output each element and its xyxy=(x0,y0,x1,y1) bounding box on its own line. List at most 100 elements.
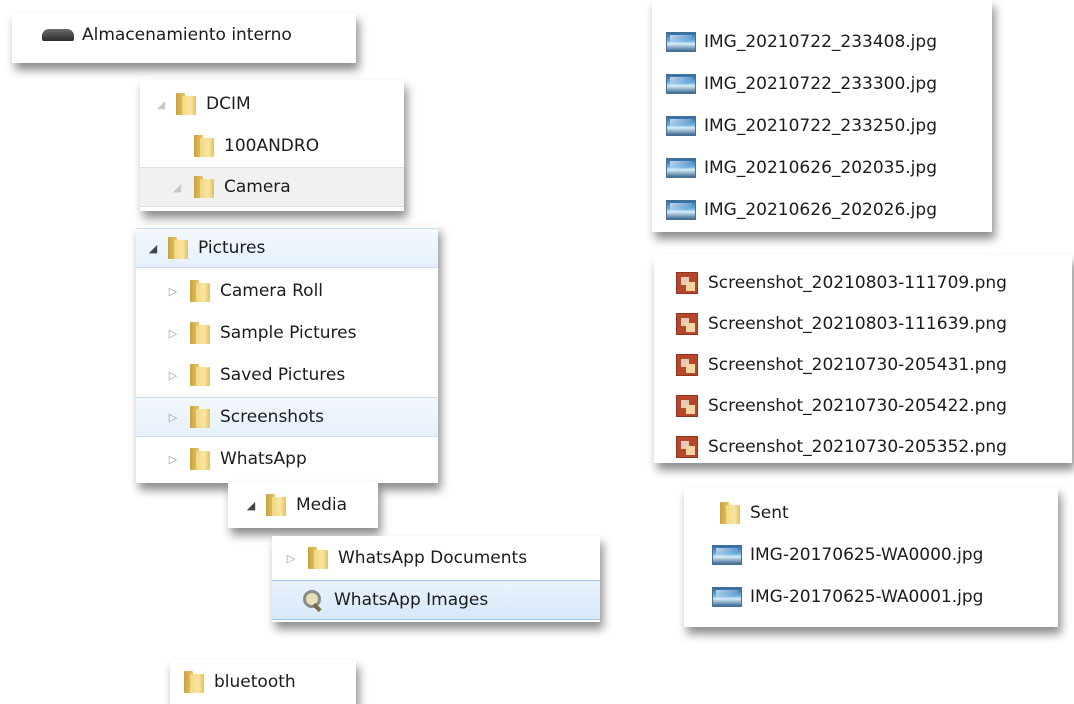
expand-open-icon[interactable]: ◢ xyxy=(244,499,258,512)
tree-item-label: Camera xyxy=(224,177,291,197)
image-file-icon xyxy=(666,32,696,52)
folder-icon xyxy=(306,547,328,569)
folder-icon xyxy=(188,280,210,302)
image-file-icon xyxy=(666,158,696,178)
folder-icon xyxy=(188,406,210,428)
tree-item-label: Screenshots xyxy=(220,407,325,427)
tree-item-label: WhatsApp xyxy=(220,449,307,469)
tree-item-bluetooth[interactable]: bluetooth xyxy=(170,662,356,702)
tree-item-label: WhatsApp Images xyxy=(334,590,489,610)
tree-item-sample-pictures[interactable]: ▷ Sample Pictures xyxy=(136,313,438,353)
file-item[interactable]: Screenshot_20210803-111709.png xyxy=(654,263,1072,303)
png-file-icon xyxy=(676,436,698,458)
file-name: IMG_20210722_233300.jpg xyxy=(704,74,937,94)
folder-icon xyxy=(166,237,188,259)
expand-open-icon[interactable]: ◢ xyxy=(146,242,160,255)
screenshot-files-panel: Screenshot_20210803-111709.png Screensho… xyxy=(654,255,1072,463)
tree-item-label: Sample Pictures xyxy=(220,323,357,343)
file-item[interactable]: Screenshot_20210730-205422.png xyxy=(654,386,1072,426)
tree-item-saved-pictures[interactable]: ▷ Saved Pictures xyxy=(136,355,438,395)
expand-open-icon[interactable]: ◢ xyxy=(154,98,168,111)
image-file-icon xyxy=(712,545,742,565)
tree-item-label: Pictures xyxy=(198,238,266,258)
whatsapp-images-contents-panel: Sent IMG-20170625-WA0000.jpg IMG-2017062… xyxy=(684,487,1058,627)
image-file-icon xyxy=(666,116,696,136)
folder-icon xyxy=(174,93,196,115)
whatsapp-subfolders-panel: ▷ WhatsApp Documents WhatsApp Images xyxy=(272,536,600,622)
file-name: Screenshot_20210803-111709.png xyxy=(708,273,1007,293)
file-item[interactable]: Screenshot_20210730-205431.png xyxy=(654,345,1072,385)
file-item[interactable]: IMG_20210626_202035.jpg xyxy=(652,148,992,188)
tree-item-whatsapp-images[interactable]: WhatsApp Images xyxy=(272,580,600,620)
dcim-tree-panel: ◢ DCIM 100ANDRO ◢ Camera xyxy=(140,80,404,211)
tree-item-label: Saved Pictures xyxy=(220,365,346,385)
folder-icon xyxy=(188,448,210,470)
folder-item-sent[interactable]: Sent xyxy=(684,493,1058,533)
folder-icon xyxy=(192,135,214,157)
file-item[interactable]: Screenshot_20210803-111639.png xyxy=(654,304,1072,344)
folder-icon xyxy=(192,176,214,198)
file-item[interactable]: IMG_20210722_233250.jpg xyxy=(652,106,992,146)
file-name: Screenshot_20210730-205422.png xyxy=(708,396,1007,416)
file-name: Screenshot_20210730-205431.png xyxy=(708,355,1007,375)
bluetooth-panel: bluetooth xyxy=(170,660,356,704)
folder-icon xyxy=(182,671,204,693)
storage-panel: Almacenamiento interno xyxy=(12,13,356,63)
tree-item-pictures[interactable]: ◢ Pictures xyxy=(136,228,438,268)
tree-item-label: DCIM xyxy=(206,94,251,114)
expand-closed-icon[interactable]: ▷ xyxy=(166,369,180,382)
file-name: IMG-20170625-WA0000.jpg xyxy=(750,545,984,565)
expand-open-icon[interactable]: ◢ xyxy=(170,181,184,194)
file-item[interactable]: IMG-20170625-WA0000.jpg xyxy=(684,535,1058,575)
folder-icon xyxy=(264,494,286,516)
folder-name: Sent xyxy=(750,503,789,523)
file-item[interactable]: IMG_20210722_233300.jpg xyxy=(652,64,992,104)
tree-item-camera[interactable]: ◢ Camera xyxy=(140,167,404,207)
tree-item-100andro[interactable]: 100ANDRO xyxy=(140,126,404,166)
file-name: IMG_20210722_233408.jpg xyxy=(704,32,937,52)
storage-label: Almacenamiento interno xyxy=(82,25,292,45)
image-file-icon xyxy=(712,587,742,607)
tree-item-label: Media xyxy=(296,495,348,515)
tree-item-media[interactable]: ◢ Media xyxy=(228,485,378,525)
file-name: IMG_20210626_202026.jpg xyxy=(704,200,937,220)
tree-item-label: Camera Roll xyxy=(220,281,324,301)
folder-icon xyxy=(188,322,210,344)
tree-item-label: bluetooth xyxy=(214,672,296,692)
file-item[interactable]: Screenshot_20210730-205352.png xyxy=(654,427,1072,467)
tree-item-label: 100ANDRO xyxy=(224,136,320,156)
drive-icon xyxy=(42,29,74,41)
file-name: IMG_20210722_233250.jpg xyxy=(704,116,937,136)
png-file-icon xyxy=(676,354,698,376)
png-file-icon xyxy=(676,395,698,417)
expand-closed-icon[interactable]: ▷ xyxy=(166,453,180,466)
expand-closed-icon[interactable]: ▷ xyxy=(284,552,298,565)
expand-closed-icon[interactable]: ▷ xyxy=(166,327,180,340)
folder-icon xyxy=(718,502,740,524)
file-item[interactable]: IMG_20210626_202026.jpg xyxy=(652,190,992,230)
expand-closed-icon[interactable]: ▷ xyxy=(166,411,180,424)
pictures-tree-panel: ◢ Pictures ▷ Camera Roll ▷ Sample Pictur… xyxy=(136,225,438,483)
tree-item-whatsapp-documents[interactable]: ▷ WhatsApp Documents xyxy=(272,538,600,578)
folder-icon xyxy=(188,364,210,386)
png-file-icon xyxy=(676,272,698,294)
tree-item-whatsapp[interactable]: ▷ WhatsApp xyxy=(136,439,438,479)
file-item[interactable]: IMG-20170625-WA0001.jpg xyxy=(684,577,1058,617)
image-file-icon xyxy=(666,74,696,94)
tree-item-screenshots[interactable]: ▷ Screenshots xyxy=(136,397,438,437)
tree-item-dcim[interactable]: ◢ DCIM xyxy=(140,84,404,124)
file-name: Screenshot_20210730-205352.png xyxy=(708,437,1007,457)
storage-item[interactable]: Almacenamiento interno xyxy=(12,15,356,55)
search-folder-icon xyxy=(300,589,322,611)
image-file-icon xyxy=(666,200,696,220)
file-name: Screenshot_20210803-111639.png xyxy=(708,314,1007,334)
file-name: IMG_20210626_202035.jpg xyxy=(704,158,937,178)
media-panel: ◢ Media xyxy=(228,482,378,528)
file-item[interactable]: IMG_20210722_233408.jpg xyxy=(652,22,992,62)
expand-closed-icon[interactable]: ▷ xyxy=(166,285,180,298)
png-file-icon xyxy=(676,313,698,335)
camera-files-panel: IMG_20210722_233408.jpg IMG_20210722_233… xyxy=(652,0,992,232)
tree-item-label: WhatsApp Documents xyxy=(338,548,528,568)
file-name: IMG-20170625-WA0001.jpg xyxy=(750,587,984,607)
tree-item-camera-roll[interactable]: ▷ Camera Roll xyxy=(136,271,438,311)
